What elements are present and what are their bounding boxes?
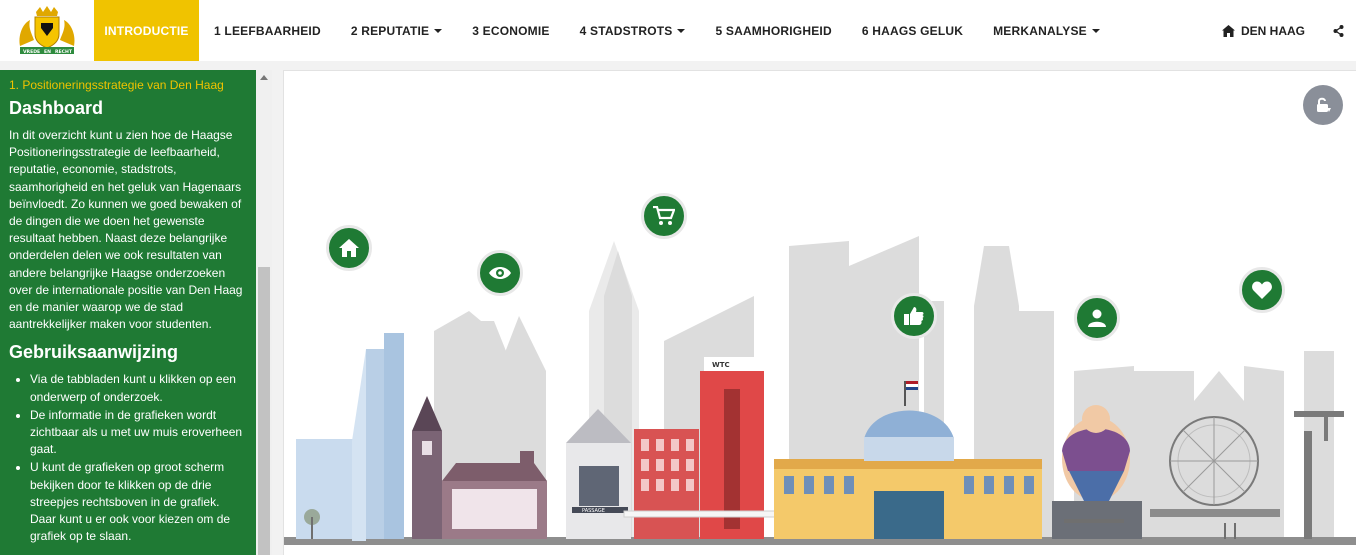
scroll-up-icon[interactable] <box>260 75 268 80</box>
passage-sign: PASSAGE <box>582 508 605 514</box>
tab-reputatie[interactable]: 2 REPUTATIE <box>336 0 457 61</box>
shopping-cart-icon <box>653 206 675 225</box>
top-navbar: VREDE EN RECHT INTRODUCTIE 1 LEEFBAARHEI… <box>0 0 1356 61</box>
tab-leefbaarheid[interactable]: 1 LEEFBAARHEID <box>199 0 336 61</box>
instructions-title: Gebruiksaanwijzing <box>9 342 179 363</box>
leefbaarheid-bubble[interactable] <box>326 225 372 271</box>
caret-down-icon <box>434 28 443 33</box>
tab-label: INTRODUCTIE <box>104 23 189 38</box>
share-icon <box>1333 24 1343 37</box>
tab-merkanalyse[interactable]: MERKANALYSE <box>978 0 1115 61</box>
heart-icon <box>1252 281 1272 299</box>
reputatie-bubble[interactable] <box>477 250 523 296</box>
tab-label: 2 REPUTATIE <box>350 23 430 38</box>
tab-saamhorigheid[interactable]: 5 SAAMHORIGHEID <box>700 0 846 61</box>
stadstrots-bubble[interactable] <box>891 293 937 339</box>
wtc-sign: WTC <box>712 361 730 369</box>
logo-motto-2: EN <box>44 48 51 54</box>
share-button[interactable] <box>1320 0 1356 61</box>
unlock-button[interactable] <box>1303 85 1343 125</box>
scrollbar-thumb[interactable] <box>258 267 270 555</box>
tab-label: 1 LEEFBAARHEID <box>214 23 321 38</box>
city-logo[interactable]: VREDE EN RECHT <box>0 0 94 61</box>
logo-motto-3: RECHT <box>55 48 73 54</box>
home-link-label: DEN HAAG <box>1240 23 1305 38</box>
den-haag-home-link[interactable]: DEN HAAG <box>1207 0 1320 61</box>
instructions-list: Via de tabbladen kunt u klikken op een o… <box>9 371 246 545</box>
city-skyline-illustration: PASSAGE WTC <box>284 236 1356 545</box>
tab-introductie[interactable]: INTRODUCTIE <box>94 0 199 61</box>
sidebar-intro-text: In dit overzicht kunt u zien hoe de Haag… <box>9 128 243 332</box>
tab-label: MERKANALYSE <box>993 23 1087 38</box>
tab-stadstrots[interactable]: 4 STADSTROTS <box>565 0 701 61</box>
sidebar-title: Dashboard <box>9 98 104 118</box>
unlock-icon <box>1317 97 1331 112</box>
list-item: Via de tabbladen kunt u klikken op een o… <box>30 371 246 405</box>
info-sidebar: 1. Positioneringsstrategie van Den Haag … <box>0 70 256 555</box>
tab-label: 4 STADSTROTS <box>579 23 673 38</box>
thumbs-up-icon <box>904 307 924 325</box>
tab-economie[interactable]: 3 ECONOMIE <box>457 0 564 61</box>
dashboard-illustration-panel: PASSAGE WTC <box>283 70 1356 555</box>
haags-geluk-bubble[interactable] <box>1239 267 1285 313</box>
home-icon <box>1221 24 1235 37</box>
user-icon <box>1088 309 1106 327</box>
tab-label: 6 HAAGS GELUK <box>861 23 964 38</box>
economie-bubble[interactable] <box>641 193 687 239</box>
breadcrumb: 1. Positioneringsstrategie van Den Haag <box>9 78 224 92</box>
tab-haags-geluk[interactable]: 6 HAAGS GELUK <box>847 0 978 61</box>
list-item: U kunt de grafieken op groot scherm beki… <box>30 459 246 545</box>
caret-down-icon <box>1091 28 1100 33</box>
tab-label: 3 ECONOMIE <box>472 23 550 38</box>
white-bridge <box>623 510 785 518</box>
list-item: De informatie in de grafieken wordt zich… <box>30 407 246 459</box>
eye-icon <box>489 267 511 279</box>
caret-down-icon <box>677 28 686 33</box>
tab-label: 5 SAAMHORIGHEID <box>715 23 832 38</box>
peace-palace-building <box>442 451 547 539</box>
saamhorigheid-bubble[interactable] <box>1074 295 1120 341</box>
red-block-building <box>634 429 699 539</box>
home-icon <box>339 239 359 257</box>
sidebar-scrollbar[interactable] <box>256 70 272 555</box>
coat-of-arms-icon: VREDE EN RECHT <box>19 5 75 54</box>
logo-motto-1: VREDE <box>23 48 40 54</box>
